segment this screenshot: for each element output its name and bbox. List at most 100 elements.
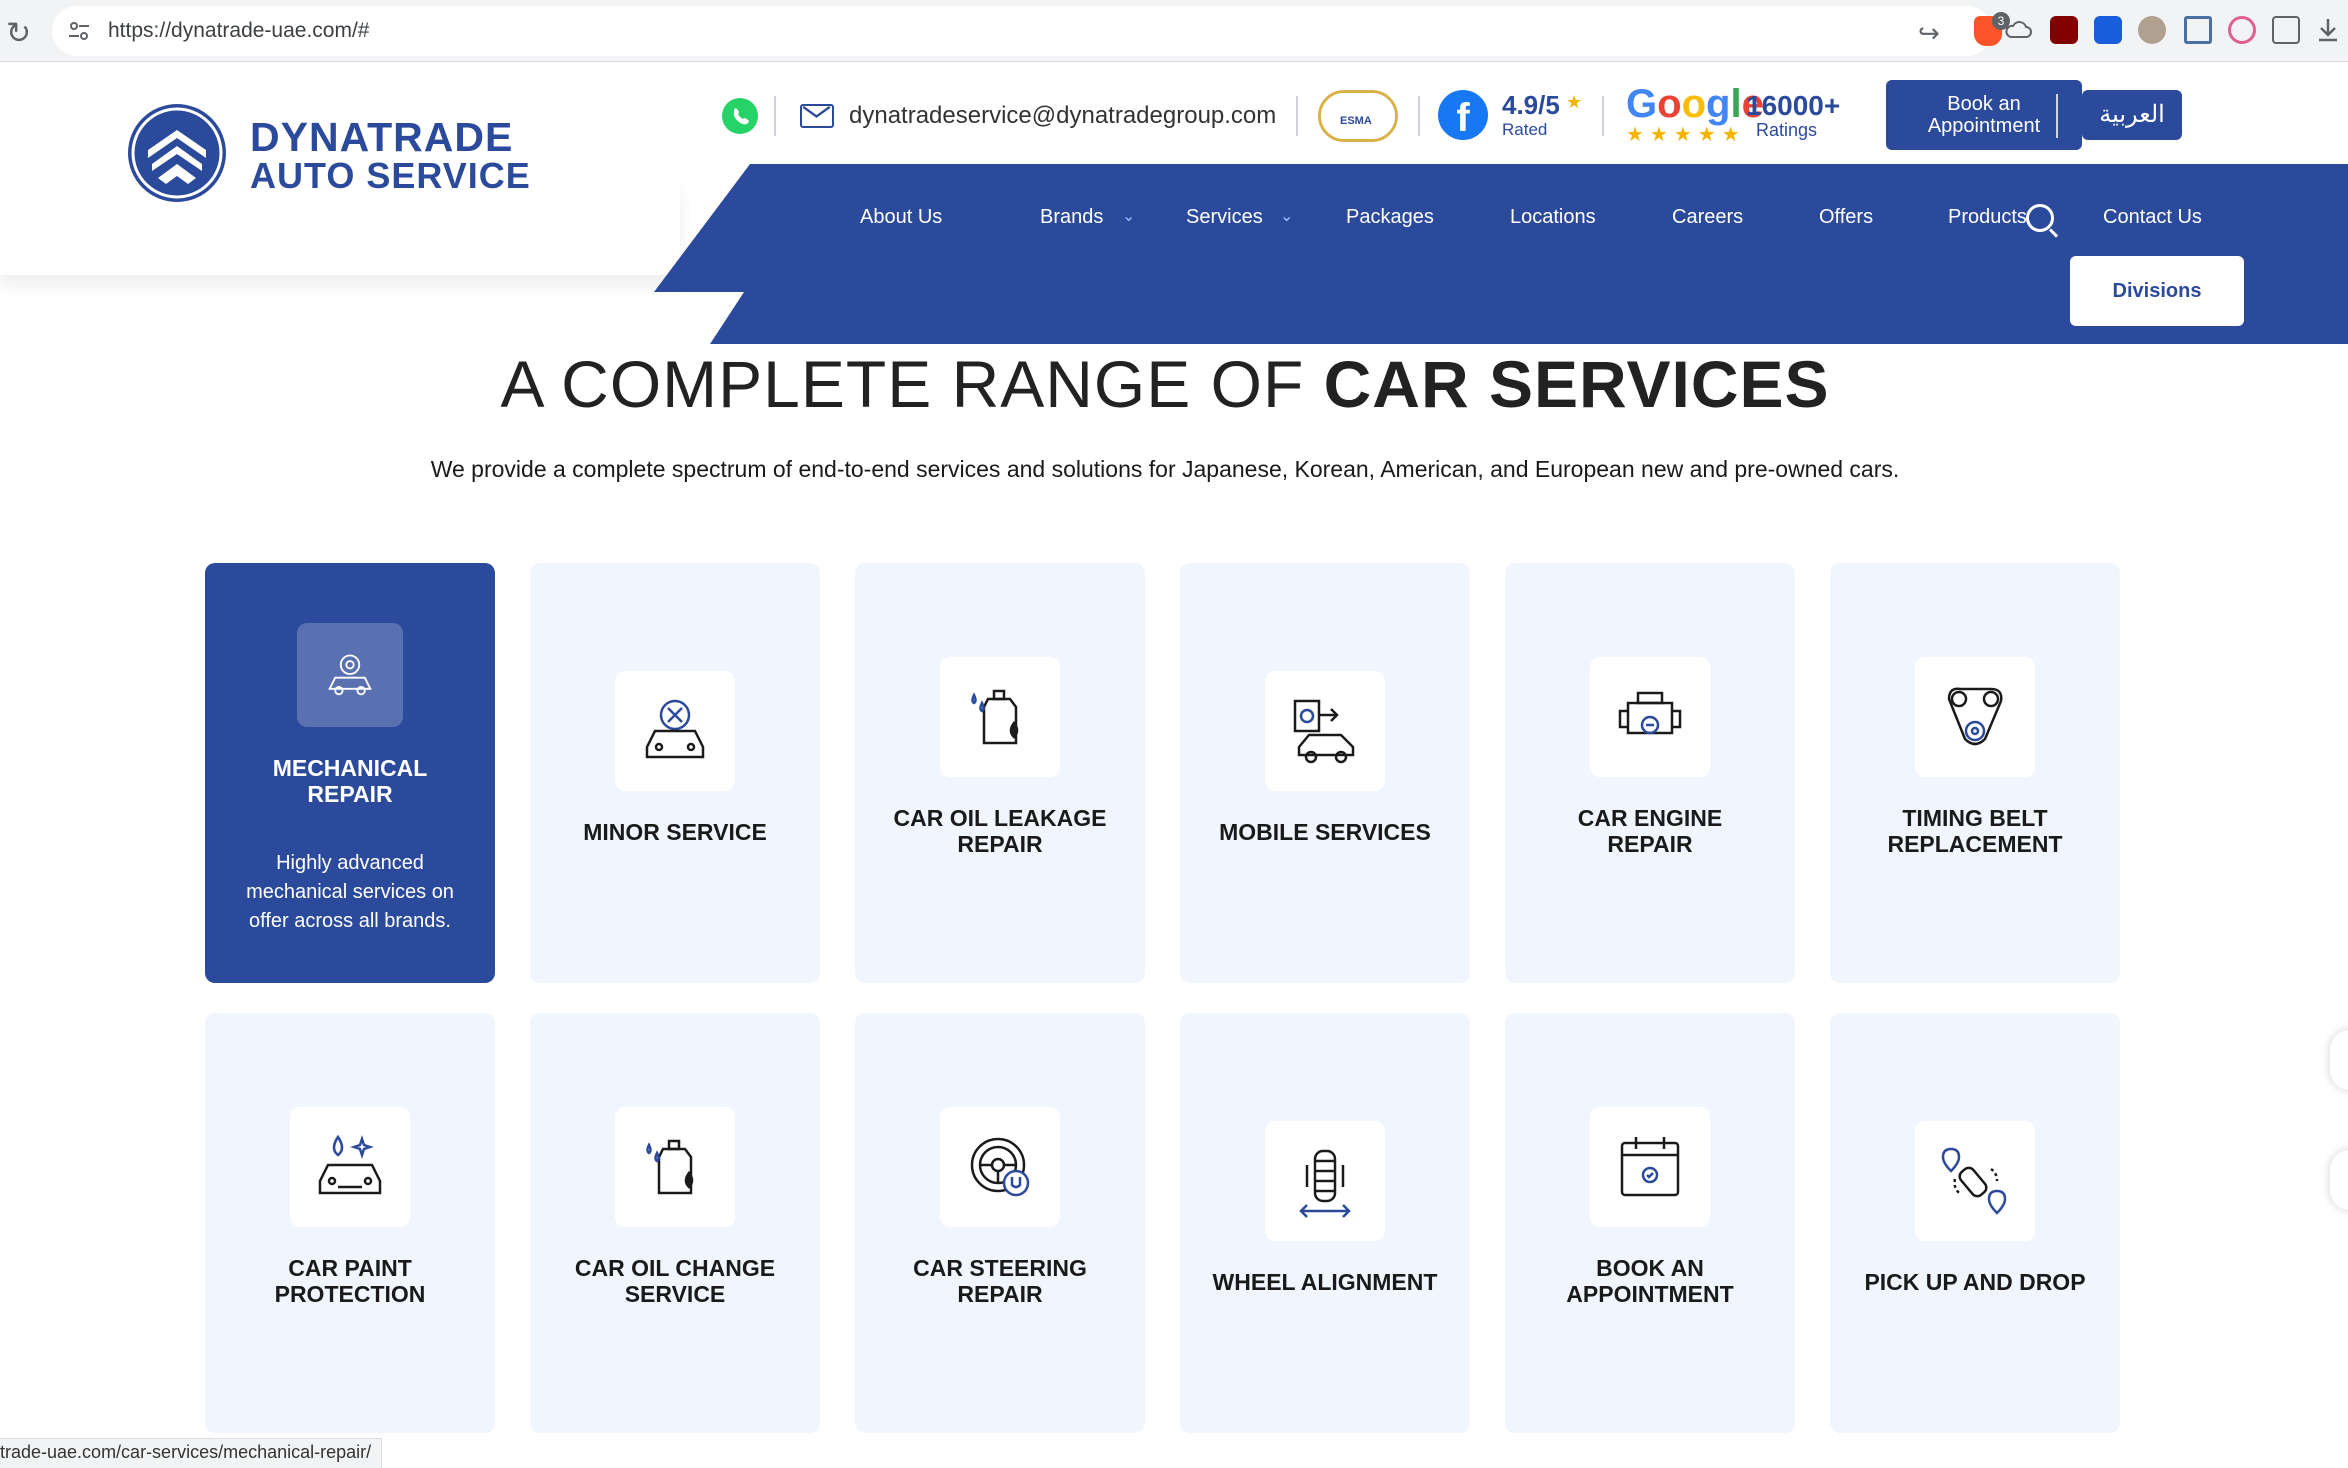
service-title-line: WHEEL ALIGNMENT: [1212, 1269, 1438, 1295]
minor-service-icon: [615, 671, 735, 791]
service-card-title: PICK UP AND DROP: [1840, 1269, 2110, 1295]
download-icon[interactable]: [2316, 16, 2340, 44]
page: ↻ https://dynatrade-uae.com/# ↪ 3 DYNATR…: [0, 0, 2348, 1468]
page-subtitle: We provide a complete spectrum of end-to…: [430, 456, 1900, 482]
status-bar-url: trade-uae.com/car-services/mechanical-re…: [0, 1438, 383, 1468]
service-title-line: PICK UP AND DROP: [1864, 1269, 2086, 1295]
oil-leakage-icon: [940, 657, 1060, 777]
service-card-minor-service[interactable]: MINOR SERVICE: [530, 563, 820, 983]
address-bar[interactable]: https://dynatrade-uae.com/# ↪ 3: [52, 6, 2010, 56]
service-card-title: MECHANICAL REPAIR: [215, 755, 485, 807]
logo-wordmark-bottom[interactable]: AUTO SERVICE: [250, 155, 531, 197]
nav-contact-us[interactable]: Contact Us: [2103, 206, 2202, 229]
nav-careers[interactable]: Careers: [1672, 206, 1743, 229]
url-text[interactable]: https://dynatrade-uae.com/#: [108, 19, 370, 43]
service-card-title: TIMING BELT REPLACEMENT: [1840, 805, 2110, 857]
service-title-line: REPAIR: [957, 1281, 1043, 1307]
service-title-line: CAR ENGINE: [1577, 805, 1723, 831]
nav-offers[interactable]: Offers: [1819, 206, 1873, 229]
timing-belt-icon: [1915, 657, 2035, 777]
service-title-line: BOOK AN: [1596, 1255, 1704, 1281]
service-card-wheel-alignment[interactable]: WHEEL ALIGNMENT: [1180, 1013, 1470, 1433]
header-divider: [2056, 94, 2058, 138]
service-card-engine-repair[interactable]: CAR ENGINE REPAIR: [1505, 563, 1795, 983]
service-card-title: MOBILE SERVICES: [1190, 819, 1460, 845]
clock-icon[interactable]: [2228, 16, 2256, 44]
service-card-steering-repair[interactable]: CAR STEERING REPAIR: [855, 1013, 1145, 1433]
nav-about-us[interactable]: About Us: [860, 206, 942, 229]
page-title: A COMPLETE RANGE OF CAR SERVICES: [0, 346, 2330, 422]
service-card-title: CAR PAINT PROTECTION: [215, 1255, 485, 1307]
service-card-timing-belt[interactable]: TIMING BELT REPLACEMENT: [1830, 563, 2120, 983]
service-card-title: BOOK AN APPOINTMENT: [1515, 1255, 1785, 1307]
contact-email-link[interactable]: dynatradeservice@dynatradegroup.com: [849, 102, 1276, 130]
star-icon: ★: [1566, 92, 1583, 112]
save-page-icon[interactable]: [2184, 16, 2212, 44]
chevron-down-icon[interactable]: ⌄: [1280, 206, 1293, 226]
nav-products[interactable]: Products: [1948, 206, 2027, 229]
mail-icon[interactable]: [800, 104, 834, 128]
floating-action-button[interactable]: [2330, 1150, 2348, 1210]
facebook-rated-label: Rated: [1502, 120, 1548, 139]
service-title-line: CAR PAINT: [288, 1255, 412, 1281]
ublock-icon[interactable]: [2050, 16, 2078, 44]
service-title-line: PROTECTION: [274, 1281, 426, 1307]
service-title-line: REPLACEMENT: [1887, 831, 2063, 857]
facebook-rating: 4.9/5: [1502, 90, 1560, 120]
service-card-title: CAR STEERING REPAIR: [865, 1255, 1135, 1307]
extensions-puzzle-icon[interactable]: [2272, 16, 2300, 44]
book-appointment-button[interactable]: Book an Appointment: [1886, 80, 2082, 150]
google-logo[interactable]: Google: [1626, 82, 1764, 127]
service-title-line: MINOR SERVICE: [583, 819, 767, 845]
engine-repair-icon: [1590, 657, 1710, 777]
bitwarden-icon[interactable]: [2094, 16, 2122, 44]
service-title-line: MECHANICAL: [272, 755, 428, 781]
pickup-drop-icon: [1915, 1121, 2035, 1241]
service-title-line: CAR OIL CHANGE: [574, 1255, 776, 1281]
service-title-line: MOBILE SERVICES: [1219, 819, 1431, 845]
nav-services[interactable]: Services: [1186, 206, 1263, 229]
service-card-book-appointment[interactable]: BOOK AN APPOINTMENT: [1505, 1013, 1795, 1433]
browser-toolbar: ↻ https://dynatrade-uae.com/# ↪ 3: [0, 0, 2348, 62]
title-bold: CAR SERVICES: [1323, 347, 1830, 421]
logo-emblem-icon[interactable]: [128, 104, 226, 202]
oil-change-icon: [615, 1107, 735, 1227]
cloud-icon[interactable]: [2004, 16, 2032, 44]
service-card-description: Highly advanced mechanical services on o…: [246, 852, 454, 932]
service-card-mechanical-repair[interactable]: MECHANICAL REPAIR Highly advanced mechan…: [205, 563, 495, 983]
facebook-icon[interactable]: f: [1438, 90, 1488, 140]
divisions-button[interactable]: Divisions: [2070, 256, 2244, 326]
floating-action-button[interactable]: [2330, 1030, 2348, 1090]
arabic-language-button[interactable]: العربية: [2082, 90, 2182, 140]
service-title-line: APPOINTMENT: [1566, 1281, 1734, 1307]
share-icon[interactable]: ↪: [1918, 18, 1940, 49]
service-card-title: WHEEL ALIGNMENT: [1190, 1269, 1460, 1295]
site-info-icon[interactable]: [66, 18, 92, 44]
google-stars-icon: ★★★★★: [1626, 124, 1746, 146]
whatsapp-icon[interactable]: [722, 98, 758, 134]
service-title-line: SERVICE: [624, 1281, 726, 1307]
esma-label: ESMA: [1340, 115, 1372, 127]
chevron-down-icon[interactable]: ⌄: [1122, 206, 1135, 226]
service-card-mobile-services[interactable]: MOBILE SERVICES: [1180, 563, 1470, 983]
reload-icon[interactable]: ↻: [6, 16, 31, 51]
steering-repair-icon: [940, 1107, 1060, 1227]
google-review-count: 16000+: [1746, 90, 1841, 121]
mobile-services-icon: [1265, 671, 1385, 791]
service-card-title: CAR OIL LEAKAGE REPAIR: [865, 805, 1135, 857]
nav-packages[interactable]: Packages: [1346, 206, 1434, 229]
service-card-pickup-drop[interactable]: PICK UP AND DROP: [1830, 1013, 2120, 1433]
service-title-line: TIMING BELT: [1902, 805, 2048, 831]
header-divider: [774, 96, 776, 136]
book-button-line2: Appointment: [1927, 115, 2041, 137]
nav-locations[interactable]: Locations: [1510, 206, 1596, 229]
nav-brands[interactable]: Brands: [1040, 206, 1103, 229]
face-extension-icon[interactable]: [2138, 16, 2166, 44]
calendar-icon: [1590, 1107, 1710, 1227]
wheel-alignment-icon: [1265, 1121, 1385, 1241]
service-card-oil-leakage[interactable]: CAR OIL LEAKAGE REPAIR: [855, 563, 1145, 983]
service-card-paint-protection[interactable]: CAR PAINT PROTECTION: [205, 1013, 495, 1433]
logo-wordmark-top[interactable]: DYNATRADE: [250, 114, 513, 161]
service-card-oil-change[interactable]: CAR OIL CHANGE SERVICE: [530, 1013, 820, 1433]
header-divider: [1296, 96, 1298, 136]
